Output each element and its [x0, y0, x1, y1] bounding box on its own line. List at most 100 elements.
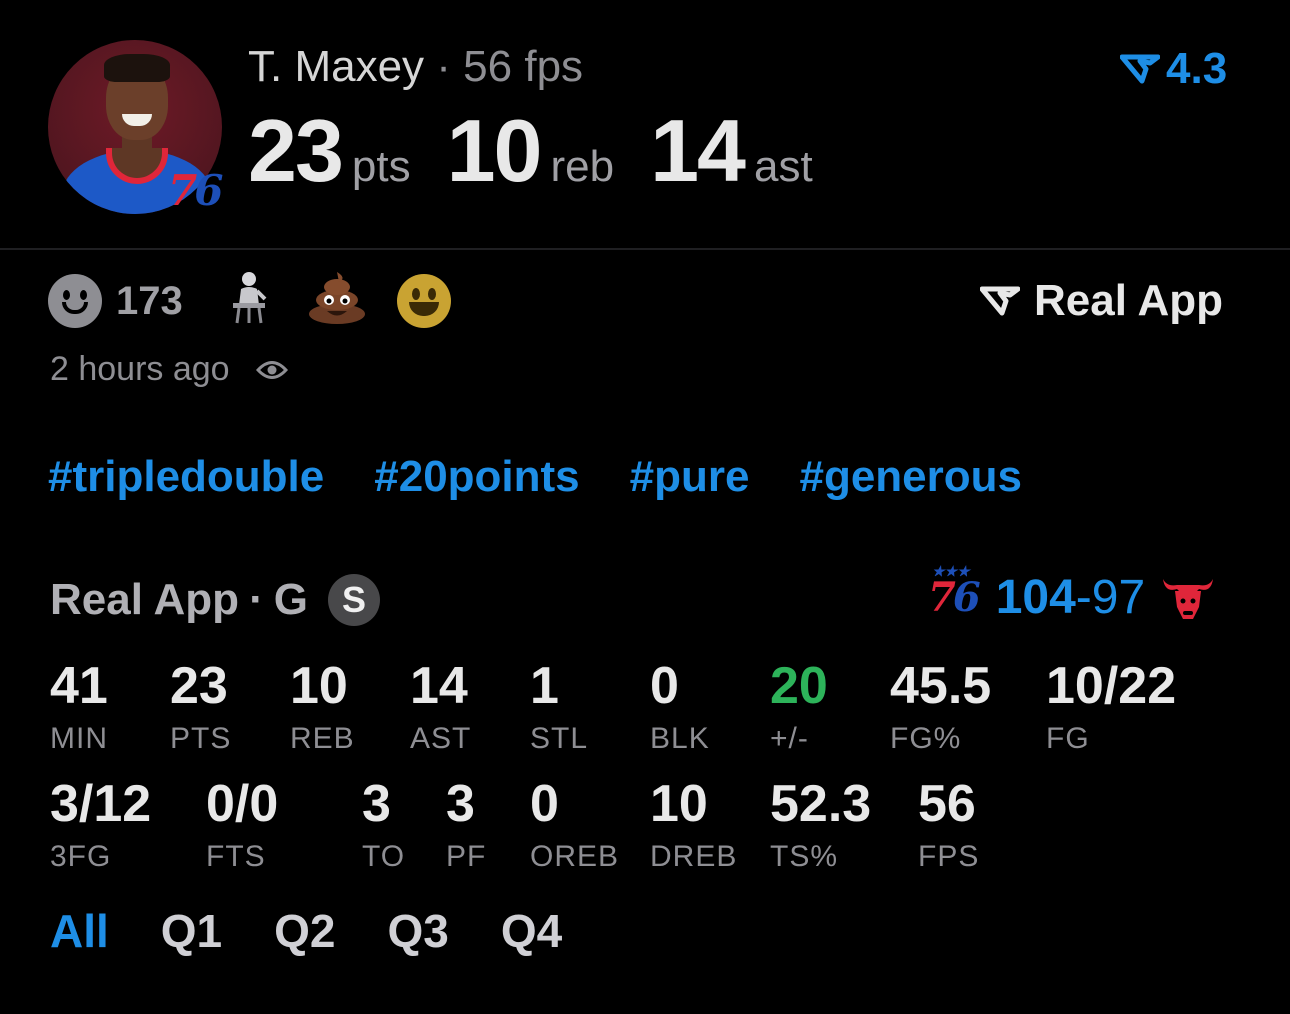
stat-value: 3 — [446, 775, 475, 833]
stat-label: OREB — [530, 840, 620, 873]
player-position: G — [273, 575, 308, 624]
stat-value: 10/22 — [1046, 657, 1177, 715]
grin-mouth — [408, 302, 439, 316]
headline-points-value: 23 — [248, 101, 344, 200]
stat-value: 45.5 — [890, 657, 992, 715]
game-score[interactable]: ★★★ 76 104-97 — [928, 564, 1217, 625]
avatar-hair — [104, 54, 170, 82]
stat-label: FG — [1046, 722, 1090, 755]
stat-reb: 10 REB — [290, 660, 355, 754]
stat-label: FTS — [206, 840, 266, 873]
rating-badge[interactable]: 4.3 — [1120, 44, 1227, 94]
away-score: 97 — [1091, 571, 1146, 624]
player-fps: 56 fps — [463, 42, 584, 91]
stat-label: MIN — [50, 722, 108, 755]
box-score-header: Real App · G S — [50, 574, 380, 626]
stat-fts: 0/0 FTS — [206, 778, 278, 872]
score-dash: - — [1075, 571, 1092, 624]
bulls-logo-icon — [1163, 578, 1214, 619]
tab-all[interactable]: All — [50, 904, 109, 958]
stat-label: FPS — [918, 840, 980, 873]
player-title[interactable]: T. Maxey · 56 fps — [248, 42, 583, 92]
team-logo-76ers: 76 — [168, 166, 223, 215]
box-source: Real App — [50, 575, 240, 624]
stat-value: 41 — [50, 657, 108, 715]
person-at-desk-emoji[interactable] — [227, 269, 271, 333]
quarter-tabs: All Q1 Q2 Q3 Q4 — [50, 904, 562, 958]
hashtag-pure[interactable]: #pure — [630, 452, 750, 502]
rating-value: 4.3 — [1166, 44, 1228, 93]
headline-assists-unit: ast — [753, 142, 813, 191]
stat-label: FG% — [890, 722, 962, 755]
stat-value: 0 — [530, 775, 559, 833]
grin-eye-right — [427, 288, 436, 300]
tab-q1[interactable]: Q1 — [161, 904, 222, 958]
home-score: 104 — [995, 571, 1076, 624]
real-app-brand-link[interactable]: Real App — [980, 276, 1223, 326]
post-time: 2 hours ago — [50, 350, 230, 388]
stat-value: 56 — [918, 775, 976, 833]
tab-q2[interactable]: Q2 — [274, 904, 335, 958]
stat-oreb: 0 OREB — [530, 778, 619, 872]
stat-label: 3FG — [50, 840, 112, 873]
stat-value: 1 — [530, 657, 559, 715]
stat-value: 3/12 — [50, 775, 152, 833]
home-team-logo: ★★★ 76 — [928, 564, 981, 621]
hashtag-generous[interactable]: #generous — [799, 452, 1022, 502]
grin-eye-left — [411, 288, 420, 300]
headline-rebounds-value: 10 — [446, 101, 543, 200]
stat-value: 52.3 — [770, 775, 872, 833]
stat-value: 14 — [410, 657, 468, 715]
stat-label: +/- — [770, 722, 809, 755]
stat-value: 20 — [770, 657, 828, 715]
stat-label: REB — [290, 722, 355, 755]
stat-to: 3 TO — [362, 778, 405, 872]
smile-eye-right — [80, 290, 87, 300]
stat-value: 10 — [650, 775, 708, 833]
box-separator: · — [249, 575, 264, 624]
reaction-smile-icon[interactable] — [48, 274, 102, 328]
stat-fg-pct: 45.5 FG% — [890, 660, 991, 754]
stat-dreb: 10 DREB — [650, 778, 737, 872]
title-separator: · — [436, 42, 451, 91]
grinning-emoji[interactable] — [396, 274, 451, 328]
stat-fps: 56 FPS — [918, 778, 979, 872]
stat-pts: 23 PTS — [170, 660, 231, 754]
headline-assists-value: 14 — [650, 101, 746, 200]
stat-3fg: 3/12 3FG — [50, 778, 151, 872]
brand-label: Real App — [1034, 276, 1224, 325]
stat-value: 0 — [650, 657, 679, 715]
stat-label: PF — [446, 840, 487, 873]
stat-label: DREB — [650, 840, 738, 873]
stat-value: 0/0 — [206, 775, 279, 833]
headline-rebounds-unit: reb — [550, 142, 615, 191]
headline-stats: 23 pts 10 reb 14 ast — [248, 100, 849, 202]
stat-fg: 10/22 FG — [1046, 660, 1176, 754]
stat-label: BLK — [650, 722, 710, 755]
reactions-row: 173 — [48, 272, 451, 330]
stat-blk: 0 BLK — [650, 660, 710, 754]
reaction-count: 173 — [116, 278, 183, 323]
real-app-logo-icon — [980, 286, 1020, 316]
stat-label: TO — [362, 840, 406, 873]
hashtag-tripledouble[interactable]: #tripledouble — [48, 452, 324, 502]
eye-icon[interactable] — [255, 359, 288, 381]
stat-plus-minus: 20 +/- — [770, 660, 828, 754]
tab-q3[interactable]: Q3 — [388, 904, 449, 958]
headline-points-unit: pts — [351, 142, 411, 191]
stat-label: TS% — [770, 840, 839, 873]
stat-value: 10 — [290, 657, 348, 715]
stat-value: 3 — [362, 775, 391, 833]
stat-min: 41 MIN — [50, 660, 108, 754]
hashtag-list: #tripledouble #20points #pure #generous — [48, 452, 1022, 502]
tab-q4[interactable]: Q4 — [501, 904, 562, 958]
poo-emoji[interactable] — [307, 270, 367, 332]
header-divider — [0, 248, 1290, 250]
stat-value: 23 — [170, 657, 228, 715]
hashtag-20points[interactable]: #20points — [374, 452, 579, 502]
player-name: T. Maxey — [248, 42, 425, 91]
stat-stl: 1 STL — [530, 660, 588, 754]
stat-label: AST — [410, 722, 472, 755]
stat-label: PTS — [170, 722, 232, 755]
post-meta: 2 hours ago — [50, 350, 288, 389]
